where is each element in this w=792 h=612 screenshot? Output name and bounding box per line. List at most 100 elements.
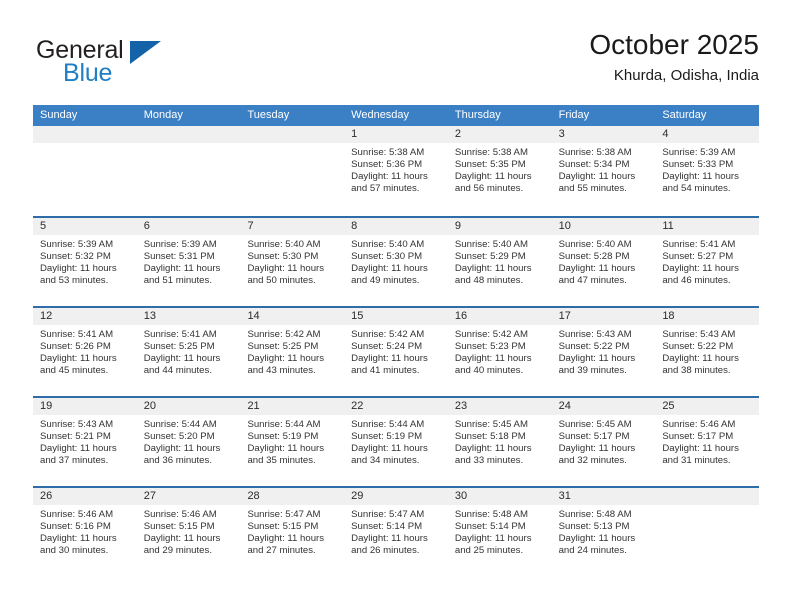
- daylight-text-line2: and 55 minutes.: [558, 183, 627, 195]
- daylight-text-line1: Daylight: 11 hours: [143, 353, 221, 365]
- day-cell[interactable]: 26 Sunrise: 5:46 AM Sunset: 5:16 PM Dayligh…: [33, 488, 137, 576]
- daylight-text-line1: Daylight: 11 hours: [662, 171, 739, 183]
- day-cell[interactable]: 12 Sunrise: 5:41 AM Sunset: 5:26 PM Dayligh…: [33, 308, 137, 396]
- day-cell[interactable]: 4 Sunrise: 5:39 AM Sunset: 5:33 PM Daylight…: [655, 126, 760, 216]
- daylight-text-line2: and 50 minutes.: [247, 275, 316, 287]
- daylight-text-line2: and 30 minutes.: [40, 545, 109, 557]
- day-cell[interactable]: 8 Sunrise: 5:40 AM Sunset: 5:30 PM Daylight…: [344, 218, 448, 306]
- day-number: 16: [447, 308, 552, 325]
- daylight-text-line1: Daylight: 11 hours: [143, 263, 221, 275]
- calendar-weeks: 1 Sunrise: 5:38 AM Sunset: 5:36 PM Daylight…: [33, 126, 760, 576]
- daylight-text-line1: Daylight: 11 hours: [351, 171, 428, 183]
- day-cell[interactable]: 13 Sunrise: 5:41 AM Sunset: 5:25 PM Dayligh…: [136, 308, 241, 396]
- sunrise-text: Sunrise: 5:40 AM: [351, 239, 425, 250]
- day-cell[interactable]: 30 Sunrise: 5:48 AM Sunset: 5:14 PM Dayligh…: [447, 488, 552, 576]
- daylight-text-line1: Daylight: 11 hours: [558, 443, 636, 455]
- day-cell[interactable]: 16 Sunrise: 5:42 AM Sunset: 5:23 PM Dayligh…: [447, 308, 552, 396]
- calendar-grid: Sunday Monday Tuesday Wednesday Thursday Frid…: [33, 105, 760, 576]
- day-cell[interactable]: 2 Sunrise: 5:38 AM Sunset: 5:35 PM Daylight…: [447, 126, 552, 216]
- daylight-text-line1: Daylight: 11 hours: [662, 353, 739, 365]
- daylight-text-line2: and 35 minutes.: [247, 455, 316, 467]
- general-blue-logo[interactable]: General Blue: [33, 30, 263, 92]
- day-detail: Sunrise: 5:40 AM Sunset: 5:30 PM Daylight:…: [240, 235, 344, 287]
- sunrise-text: Sunrise: 5:46 AM: [143, 509, 217, 520]
- day-cell[interactable]: 21 Sunrise: 5:44 AM Sunset: 5:19 PM Dayligh…: [240, 398, 345, 486]
- sunset-text: Sunset: 5:29 PM: [454, 251, 526, 263]
- day-number: 24: [551, 398, 656, 415]
- day-detail: Sunrise: 5:39 AM Sunset: 5:33 PM Daylight:…: [655, 143, 759, 195]
- day-cell[interactable]: 6 Sunrise: 5:39 AM Sunset: 5:31 PM Daylight…: [136, 218, 241, 306]
- day-detail: Sunrise: 5:47 AM Sunset: 5:15 PM Daylight:…: [240, 505, 344, 557]
- day-detail: Sunrise: 5:40 AM Sunset: 5:28 PM Daylight:…: [552, 235, 656, 287]
- daylight-text-line2: and 56 minutes.: [454, 183, 524, 195]
- day-cell[interactable]: 17 Sunrise: 5:43 AM Sunset: 5:22 PM Dayligh…: [551, 308, 656, 396]
- day-cell[interactable]: 29 Sunrise: 5:47 AM Sunset: 5:14 PM Dayligh…: [344, 488, 448, 576]
- day-number: 1: [344, 126, 448, 143]
- day-cell[interactable]: 22 Sunrise: 5:44 AM Sunset: 5:19 PM Dayligh…: [344, 398, 448, 486]
- weekday-header-thursday: Thursday: [454, 109, 501, 121]
- day-number: 23: [447, 398, 552, 415]
- sunset-text: Sunset: 5:20 PM: [143, 431, 215, 443]
- sunset-text: Sunset: 5:24 PM: [351, 341, 423, 353]
- day-cell[interactable]: 14 Sunrise: 5:42 AM Sunset: 5:25 PM Dayligh…: [240, 308, 345, 396]
- daylight-text-line1: Daylight: 11 hours: [454, 263, 532, 275]
- sunset-text: Sunset: 5:14 PM: [351, 521, 423, 533]
- daylight-text-line1: Daylight: 11 hours: [351, 443, 428, 455]
- day-cell[interactable]: 7 Sunrise: 5:40 AM Sunset: 5:30 PM Daylight…: [240, 218, 345, 306]
- sunrise-text: Sunrise: 5:43 AM: [40, 419, 114, 430]
- sunset-text: Sunset: 5:32 PM: [40, 251, 111, 263]
- day-cell[interactable]: 3 Sunrise: 5:38 AM Sunset: 5:34 PM Daylight…: [551, 126, 656, 216]
- day-number: 25: [655, 398, 760, 415]
- day-number: 8: [344, 218, 448, 235]
- day-number: 29: [344, 488, 448, 505]
- day-cell[interactable]: 19 Sunrise: 5:43 AM Sunset: 5:21 PM Dayligh…: [33, 398, 137, 486]
- day-detail: Sunrise: 5:41 AM Sunset: 5:27 PM Daylight:…: [655, 235, 759, 287]
- logo-text-blue: Blue: [63, 59, 113, 87]
- day-detail: Sunrise: 5:48 AM Sunset: 5:13 PM Daylight:…: [552, 505, 656, 557]
- weekday-header-wednesday: Wednesday: [351, 109, 410, 121]
- daylight-text-line1: Daylight: 11 hours: [558, 533, 636, 545]
- day-cell[interactable]: 25 Sunrise: 5:46 AM Sunset: 5:17 PM Dayligh…: [655, 398, 760, 486]
- day-cell[interactable]: 15 Sunrise: 5:42 AM Sunset: 5:24 PM Dayligh…: [344, 308, 448, 396]
- day-detail: Sunrise: 5:41 AM Sunset: 5:25 PM Daylight:…: [137, 325, 241, 377]
- daylight-text-line2: and 33 minutes.: [454, 455, 524, 467]
- sunrise-text: Sunrise: 5:44 AM: [247, 419, 321, 430]
- day-cell[interactable]: 1 Sunrise: 5:38 AM Sunset: 5:36 PM Daylight…: [344, 126, 448, 216]
- day-cell[interactable]: 18 Sunrise: 5:43 AM Sunset: 5:22 PM Dayligh…: [655, 308, 760, 396]
- day-number: 19: [33, 398, 137, 415]
- day-cell[interactable]: 28 Sunrise: 5:47 AM Sunset: 5:15 PM Dayligh…: [240, 488, 345, 576]
- day-cell[interactable]: 27 Sunrise: 5:46 AM Sunset: 5:15 PM Dayligh…: [136, 488, 241, 576]
- sunset-text: Sunset: 5:14 PM: [454, 521, 526, 533]
- day-detail: Sunrise: 5:38 AM Sunset: 5:34 PM Daylight:…: [552, 143, 656, 195]
- day-cell-empty: [136, 126, 241, 216]
- sunset-text: Sunset: 5:22 PM: [662, 341, 734, 353]
- day-cell[interactable]: 10 Sunrise: 5:40 AM Sunset: 5:28 PM Dayligh…: [551, 218, 656, 306]
- daylight-text-line2: and 29 minutes.: [143, 545, 212, 557]
- day-cell[interactable]: 23 Sunrise: 5:45 AM Sunset: 5:18 PM Dayligh…: [447, 398, 552, 486]
- day-detail: Sunrise: 5:44 AM Sunset: 5:19 PM Daylight:…: [344, 415, 448, 467]
- day-number: 9: [447, 218, 552, 235]
- day-cell[interactable]: 9 Sunrise: 5:40 AM Sunset: 5:29 PM Daylight…: [447, 218, 552, 306]
- daylight-text-line1: Daylight: 11 hours: [247, 443, 325, 455]
- page-header: General Blue October 2025 Khurda, Odisha…: [33, 28, 759, 98]
- day-number: 28: [240, 488, 345, 505]
- day-detail: Sunrise: 5:46 AM Sunset: 5:17 PM Daylight:…: [655, 415, 759, 467]
- day-number: 14: [240, 308, 345, 325]
- daylight-text-line1: Daylight: 11 hours: [454, 533, 532, 545]
- day-number: 17: [551, 308, 656, 325]
- day-cell[interactable]: 5 Sunrise: 5:39 AM Sunset: 5:32 PM Daylight…: [33, 218, 137, 306]
- day-number: 4: [655, 126, 760, 143]
- daylight-text-line2: and 27 minutes.: [247, 545, 316, 557]
- sunset-text: Sunset: 5:25 PM: [247, 341, 319, 353]
- day-cell[interactable]: 24 Sunrise: 5:45 AM Sunset: 5:17 PM Dayligh…: [551, 398, 656, 486]
- day-detail: Sunrise: 5:39 AM Sunset: 5:32 PM Daylight:…: [33, 235, 137, 287]
- daylight-text-line2: and 48 minutes.: [454, 275, 524, 287]
- daylight-text-line1: Daylight: 11 hours: [558, 263, 636, 275]
- sunset-text: Sunset: 5:15 PM: [247, 521, 319, 533]
- day-cell[interactable]: 20 Sunrise: 5:44 AM Sunset: 5:20 PM Dayligh…: [136, 398, 241, 486]
- day-cell[interactable]: 11 Sunrise: 5:41 AM Sunset: 5:27 PM Dayligh…: [655, 218, 760, 306]
- day-number: [136, 126, 241, 143]
- day-detail: Sunrise: 5:48 AM Sunset: 5:14 PM Daylight:…: [448, 505, 552, 557]
- day-cell[interactable]: 31 Sunrise: 5:48 AM Sunset: 5:13 PM Dayligh…: [551, 488, 656, 576]
- sunrise-text: Sunrise: 5:48 AM: [454, 509, 528, 520]
